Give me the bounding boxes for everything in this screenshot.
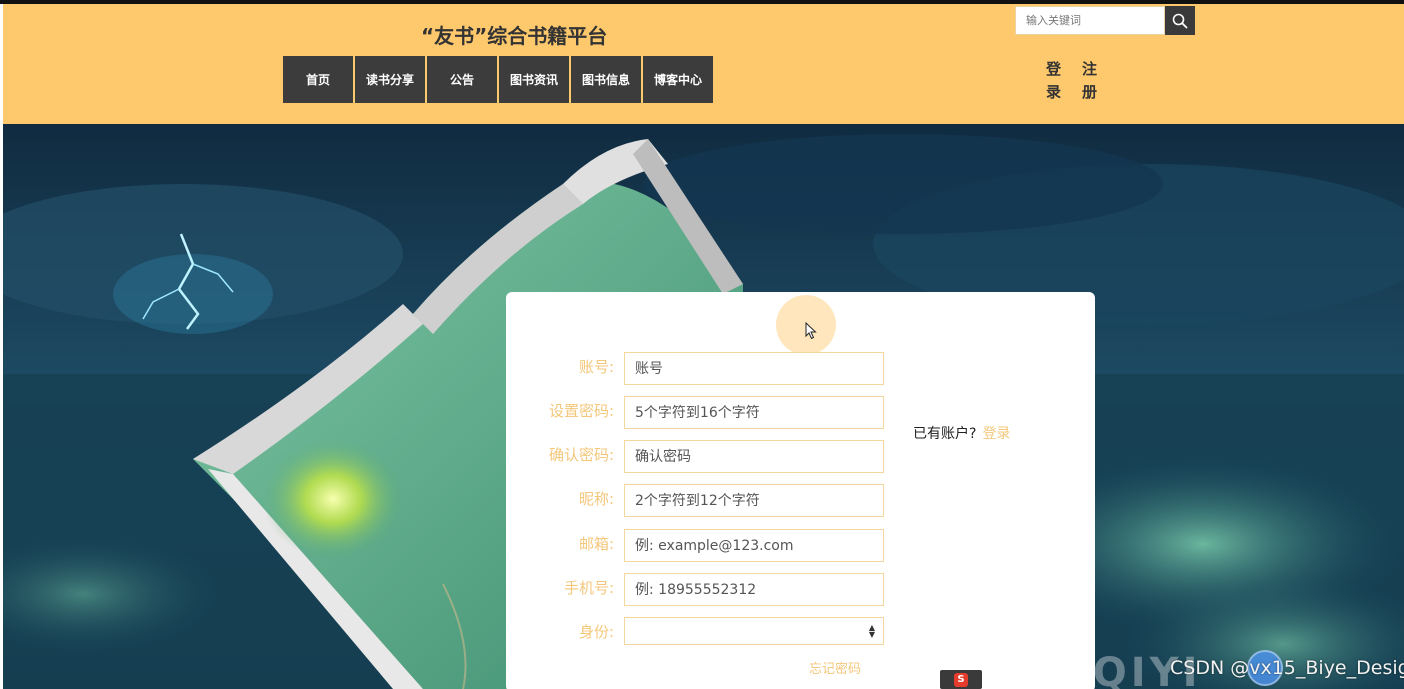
nav-item-book-news[interactable]: 图书资讯 — [499, 56, 569, 103]
nav-item-home[interactable]: 首页 — [283, 56, 353, 103]
account-row: 账号: — [506, 352, 886, 385]
phone-label: 手机号: — [563, 579, 614, 597]
confirm-password-input[interactable] — [624, 440, 884, 473]
has-account-label: 已有账户? — [913, 426, 977, 442]
login-link[interactable]: 登录 — [1046, 58, 1062, 104]
confirm-password-row: 确认密码: — [506, 440, 886, 473]
identity-label: 身份: — [578, 623, 614, 641]
search-icon — [1172, 13, 1188, 28]
account-input[interactable] — [624, 352, 884, 385]
nav-item-reading-share[interactable]: 读书分享 — [355, 56, 425, 103]
forgot-password-link[interactable]: 忘记密码 — [809, 658, 861, 677]
search-input[interactable] — [1016, 7, 1164, 34]
password-row: 设置密码: — [506, 396, 886, 429]
csdn-watermark: CSDN @vx15_Biye_Design — [1170, 657, 1404, 679]
identity-select[interactable]: ▲ ▼ — [624, 617, 884, 645]
select-arrows-icon: ▲ ▼ — [868, 623, 875, 639]
nav-item-book-info[interactable]: 图书信息 — [571, 56, 641, 103]
email-label: 邮箱: — [578, 535, 614, 553]
email-input[interactable] — [624, 529, 884, 562]
site-title: “友书”综合书籍平台 — [421, 24, 608, 48]
register-link[interactable]: 注册 — [1082, 58, 1098, 104]
account-label: 账号: — [578, 358, 614, 376]
phone-row: 手机号: — [506, 573, 886, 606]
search-box — [1015, 6, 1165, 35]
nickname-input[interactable] — [624, 484, 884, 517]
email-row: 邮箱: — [506, 529, 886, 562]
main-nav: 首页 读书分享 公告 图书资讯 图书信息 博客中心 — [283, 56, 713, 103]
nickname-row: 昵称: — [506, 484, 886, 517]
ime-logo-icon: S — [954, 672, 968, 687]
phone-input[interactable] — [624, 573, 884, 606]
nickname-label: 昵称: — [578, 490, 614, 508]
password-label: 设置密码: — [548, 402, 614, 420]
has-account-text: 已有账户? 登录 — [913, 423, 1010, 443]
password-input[interactable] — [624, 396, 884, 429]
ime-toolbar[interactable]: S — [940, 670, 982, 689]
auth-links: 登录 注册 — [1046, 58, 1098, 104]
identity-row: 身份: ▲ ▼ — [506, 617, 886, 650]
nav-item-announcements[interactable]: 公告 — [427, 56, 497, 103]
search-button[interactable] — [1165, 6, 1195, 35]
mouse-pointer-icon — [805, 322, 817, 340]
confirm-password-label: 确认密码: — [548, 446, 614, 464]
nav-item-blog-center[interactable]: 博客中心 — [643, 56, 713, 103]
card-login-link[interactable]: 登录 — [982, 426, 1010, 442]
